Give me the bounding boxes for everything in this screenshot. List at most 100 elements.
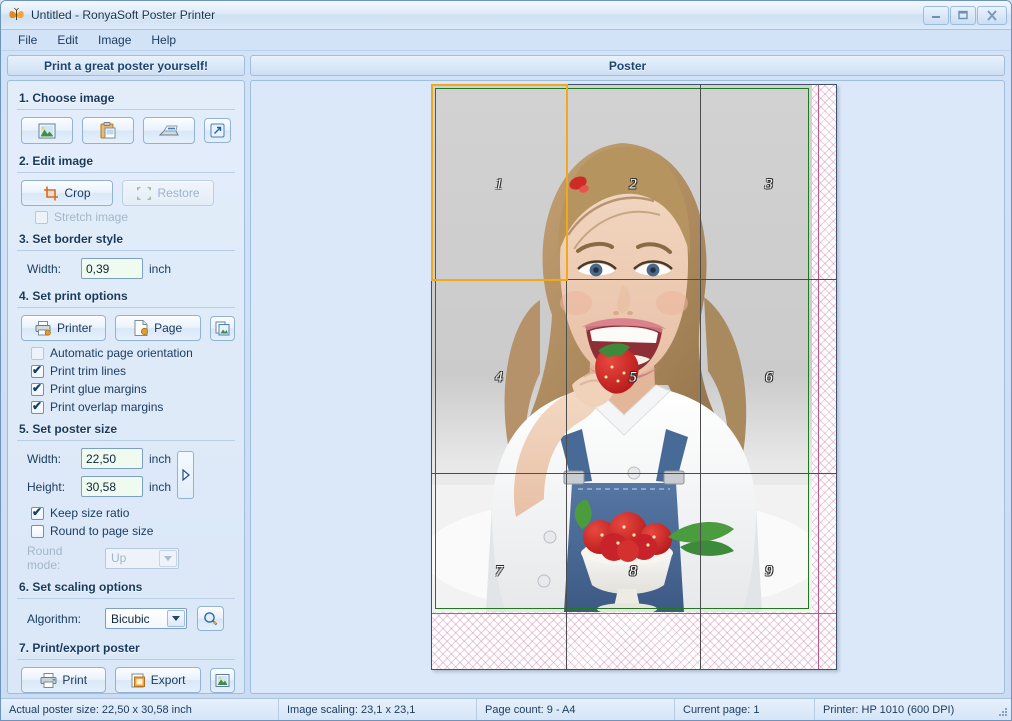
close-button[interactable] bbox=[977, 5, 1007, 25]
step7-title: 7. Print/export poster bbox=[19, 641, 140, 655]
preview-scaling-button[interactable] bbox=[197, 606, 224, 631]
divider bbox=[17, 307, 235, 308]
page-setup-icon bbox=[215, 321, 230, 336]
poster-preview-panel[interactable]: 1 2 3 4 5 6 7 8 9 bbox=[250, 80, 1005, 694]
image-export-icon bbox=[215, 673, 230, 688]
maximize-button[interactable] bbox=[950, 5, 976, 25]
main-body: 1. Choose image 2. Edit image Crop Resto… bbox=[1, 80, 1011, 694]
open-external-button[interactable] bbox=[204, 118, 231, 143]
poster-width-unit: inch bbox=[149, 451, 172, 466]
checkbox-box bbox=[31, 524, 44, 538]
menu-image[interactable]: Image bbox=[89, 31, 140, 49]
printer-settings-button[interactable]: Printer bbox=[21, 315, 107, 341]
clipboard-icon bbox=[100, 122, 116, 139]
poster-width-input[interactable]: 22,50 bbox=[81, 448, 143, 469]
step4-title: 4. Set print options bbox=[19, 289, 128, 303]
menu-file[interactable]: File bbox=[9, 31, 46, 49]
open-image-button[interactable] bbox=[21, 117, 73, 144]
poster-sheet[interactable]: 1 2 3 4 5 6 7 8 9 bbox=[431, 84, 837, 670]
window-title: Untitled - RonyaSoft Poster Printer bbox=[31, 8, 216, 22]
step2-title: 2. Edit image bbox=[19, 154, 94, 168]
page-number: 6 bbox=[765, 369, 773, 386]
option-label: Print glue margins bbox=[50, 382, 147, 396]
automatic-page-orientation-checkbox[interactable]: Automatic page orientation bbox=[31, 346, 235, 360]
butterfly-icon bbox=[8, 7, 25, 23]
step1-title: 1. Choose image bbox=[19, 91, 115, 105]
option-label: Print overlap margins bbox=[50, 400, 164, 414]
title-bar: Untitled - RonyaSoft Poster Printer bbox=[1, 1, 1011, 30]
checkbox-box bbox=[31, 346, 44, 360]
status-printer: Printer: HP 1010 (600 DPI) bbox=[823, 703, 955, 716]
status-poster-size: Actual poster size: 22,50 x 30,58 inch bbox=[1, 699, 279, 720]
option-label: Print trim lines bbox=[50, 364, 127, 378]
sidebar-header: Print a great poster yourself! bbox=[7, 55, 245, 76]
resize-grip-icon[interactable] bbox=[996, 705, 1008, 717]
round-mode-row: Round mode: Up bbox=[27, 544, 235, 572]
restore-icon bbox=[136, 186, 152, 201]
round-mode-label: Round mode: bbox=[27, 544, 63, 572]
trim-line-bottom bbox=[432, 613, 836, 614]
border-width-input[interactable]: 0,39 bbox=[81, 258, 143, 279]
poster-image bbox=[432, 85, 812, 612]
page-number: 1 bbox=[495, 176, 503, 193]
status-image-scaling: Image scaling: 23,1 x 23,1 bbox=[279, 699, 477, 720]
divider bbox=[17, 250, 235, 251]
checkbox-box bbox=[35, 210, 48, 224]
divider bbox=[17, 659, 235, 660]
swap-orientation-button[interactable] bbox=[177, 451, 195, 499]
divider bbox=[17, 440, 235, 441]
scan-image-button[interactable] bbox=[143, 117, 195, 144]
poster-height-row: Height: 30,58 inch bbox=[27, 476, 171, 497]
page-number: 4 bbox=[495, 369, 503, 386]
checkbox-box bbox=[31, 505, 44, 520]
checkbox-box bbox=[31, 399, 44, 414]
export-label: Export bbox=[150, 673, 186, 687]
poster-width-row: Width: 22,50 inch bbox=[27, 448, 171, 469]
page-number: 5 bbox=[629, 369, 637, 386]
border-width-row: Width: 0,39 inch bbox=[27, 258, 235, 279]
round-to-page-size-checkbox[interactable]: Round to page size bbox=[31, 524, 235, 538]
step3-title: 3. Set border style bbox=[19, 232, 124, 246]
minimize-button[interactable] bbox=[923, 5, 949, 25]
round-mode-select[interactable]: Up bbox=[105, 547, 179, 569]
print-overlap-margins-checkbox[interactable]: Print overlap margins bbox=[31, 399, 235, 414]
option-label: Automatic page orientation bbox=[50, 346, 193, 360]
round-mode-value: Up bbox=[111, 551, 127, 565]
print-button[interactable]: Print bbox=[21, 667, 107, 693]
poster-size-group: Width: 22,50 inch Height: 30,58 inch bbox=[17, 448, 235, 502]
trim-line-right bbox=[818, 85, 819, 669]
stretch-image-checkbox[interactable]: Stretch image bbox=[35, 210, 235, 224]
algorithm-value: Bicubic bbox=[111, 611, 150, 626]
menu-bar: File Edit Image Help bbox=[1, 30, 1011, 51]
status-current-page: Current page: 1 bbox=[675, 699, 815, 720]
page-setup-extra-button[interactable] bbox=[209, 315, 236, 341]
page-settings-button[interactable]: Page bbox=[115, 315, 201, 341]
checkbox-box bbox=[31, 363, 44, 378]
menu-edit[interactable]: Edit bbox=[48, 31, 87, 49]
sidebar: 1. Choose image 2. Edit image Crop Resto… bbox=[7, 80, 245, 694]
application-window: Untitled - RonyaSoft Poster Printer File… bbox=[0, 0, 1012, 721]
poster-height-input[interactable]: 30,58 bbox=[81, 476, 143, 497]
keep-size-ratio-label: Keep size ratio bbox=[50, 506, 130, 520]
poster-height-label: Height: bbox=[27, 479, 66, 494]
export-button[interactable]: Export bbox=[115, 667, 201, 693]
step5-title: 5. Set poster size bbox=[19, 422, 118, 436]
border-width-label: Width: bbox=[27, 261, 62, 276]
keep-size-ratio-checkbox[interactable]: Keep size ratio bbox=[31, 505, 235, 520]
chevron-down-icon bbox=[159, 549, 177, 567]
crop-button[interactable]: Crop bbox=[21, 180, 113, 206]
print-glue-margins-checkbox[interactable]: Print glue margins bbox=[31, 381, 235, 396]
checkbox-box bbox=[31, 381, 44, 396]
external-link-icon bbox=[210, 123, 225, 138]
edit-image-buttons: Crop Restore bbox=[21, 180, 235, 206]
menu-help[interactable]: Help bbox=[142, 31, 185, 49]
round-to-page-size-label: Round to page size bbox=[50, 524, 154, 538]
printer-label: Printer bbox=[57, 321, 93, 335]
paste-image-button[interactable] bbox=[82, 117, 134, 144]
algorithm-select[interactable]: Bicubic bbox=[105, 608, 187, 629]
status-page-count: Page count: 9 - A4 bbox=[477, 699, 675, 720]
print-trim-lines-checkbox[interactable]: Print trim lines bbox=[31, 363, 235, 378]
step6-title: 6. Set scaling options bbox=[19, 580, 143, 594]
image-export-button[interactable] bbox=[209, 667, 236, 693]
restore-button[interactable]: Restore bbox=[122, 180, 214, 206]
